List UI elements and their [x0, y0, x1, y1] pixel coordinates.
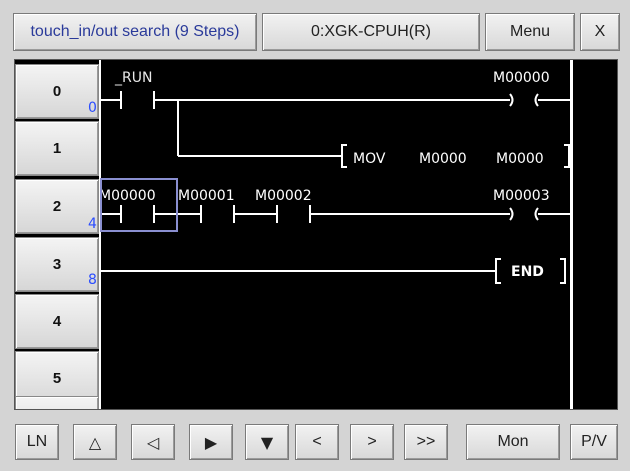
close-button[interactable]: X	[580, 13, 620, 51]
prev-button[interactable]: <	[295, 424, 339, 460]
plc-screen: touch_in/out search (9 Steps) 0:XGK-CPUH…	[0, 0, 630, 471]
search-title-button[interactable]: touch_in/out search (9 Steps)	[13, 13, 257, 51]
pv-toggle-button[interactable]: P/V	[570, 424, 618, 460]
up-triangle-icon[interactable]: △	[73, 424, 117, 460]
ladder-view[interactable]: 0 1 2 3 4 5 6 _RUN 0 M00000 MOV M0000 M0…	[14, 59, 618, 410]
right-arrow-icon[interactable]: ▶	[189, 424, 233, 460]
menu-button[interactable]: Menu	[485, 13, 575, 51]
cpu-type-button[interactable]: 0:XGK-CPUH(R)	[262, 13, 480, 51]
ladder-wiring	[100, 91, 570, 284]
next-button[interactable]: >	[350, 424, 394, 460]
fast-forward-button[interactable]: >>	[404, 424, 448, 460]
left-triangle-icon[interactable]: ◁	[131, 424, 175, 460]
ln-button[interactable]: LN	[15, 424, 59, 460]
monitor-button[interactable]: Mon	[466, 424, 560, 460]
down-arrow-icon[interactable]: ▼	[245, 424, 289, 460]
